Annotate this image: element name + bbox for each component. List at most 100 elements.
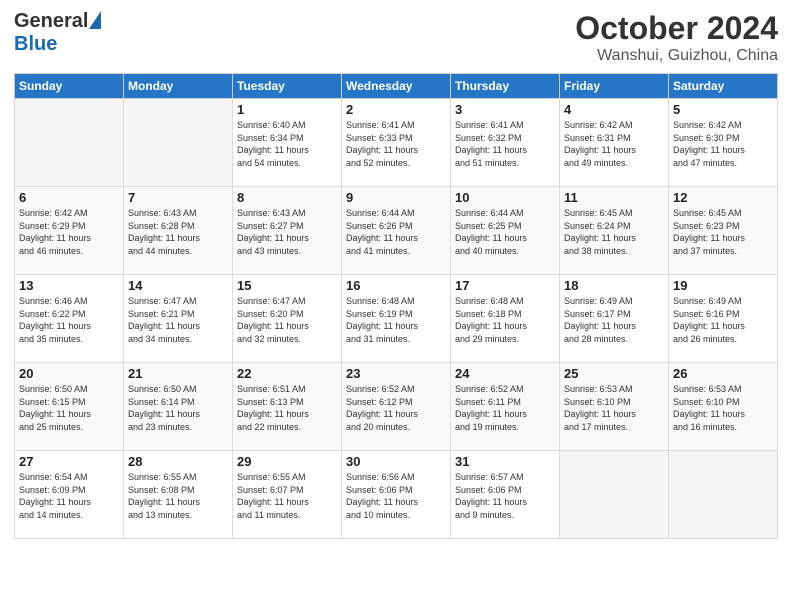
day-header-wednesday: Wednesday — [342, 74, 451, 99]
day-number: 4 — [564, 102, 664, 117]
day-number: 7 — [128, 190, 228, 205]
day-info: Sunrise: 6:50 AM Sunset: 6:14 PM Dayligh… — [128, 383, 228, 433]
day-header-monday: Monday — [124, 74, 233, 99]
calendar-cell: 7 Sunrise: 6:43 AM Sunset: 6:28 PM Daylig… — [124, 187, 233, 275]
day-number: 12 — [673, 190, 773, 205]
day-info: Sunrise: 6:42 AM Sunset: 6:31 PM Dayligh… — [564, 119, 664, 169]
location-title: Wanshui, Guizhou, China — [575, 47, 778, 65]
day-info: Sunrise: 6:47 AM Sunset: 6:21 PM Dayligh… — [128, 295, 228, 345]
day-header-tuesday: Tuesday — [233, 74, 342, 99]
logo-arrow-icon — [89, 11, 101, 29]
day-number: 25 — [564, 366, 664, 381]
day-info: Sunrise: 6:44 AM Sunset: 6:26 PM Dayligh… — [346, 207, 446, 257]
day-number: 28 — [128, 454, 228, 469]
calendar-cell: 3 Sunrise: 6:41 AM Sunset: 6:32 PM Daylig… — [451, 99, 560, 187]
day-info: Sunrise: 6:56 AM Sunset: 6:06 PM Dayligh… — [346, 471, 446, 521]
day-info: Sunrise: 6:42 AM Sunset: 6:30 PM Dayligh… — [673, 119, 773, 169]
calendar-cell: 5 Sunrise: 6:42 AM Sunset: 6:30 PM Daylig… — [669, 99, 778, 187]
day-header-friday: Friday — [560, 74, 669, 99]
day-number: 30 — [346, 454, 446, 469]
calendar-cell: 15 Sunrise: 6:47 AM Sunset: 6:20 PM Dayli… — [233, 275, 342, 363]
day-header-saturday: Saturday — [669, 74, 778, 99]
day-number: 27 — [19, 454, 119, 469]
calendar-cell — [15, 99, 124, 187]
day-number: 9 — [346, 190, 446, 205]
day-info: Sunrise: 6:47 AM Sunset: 6:20 PM Dayligh… — [237, 295, 337, 345]
day-info: Sunrise: 6:41 AM Sunset: 6:32 PM Dayligh… — [455, 119, 555, 169]
day-number: 18 — [564, 278, 664, 293]
day-number: 1 — [237, 102, 337, 117]
calendar-cell: 29Sunrise: 6:55 AM Sunset: 6:07 PM Dayli… — [233, 451, 342, 539]
day-info: Sunrise: 6:48 AM Sunset: 6:19 PM Dayligh… — [346, 295, 446, 345]
day-number: 19 — [673, 278, 773, 293]
calendar-cell: 24Sunrise: 6:52 AM Sunset: 6:11 PM Dayli… — [451, 363, 560, 451]
day-info: Sunrise: 6:44 AM Sunset: 6:25 PM Dayligh… — [455, 207, 555, 257]
calendar-cell: 11Sunrise: 6:45 AM Sunset: 6:24 PM Dayli… — [560, 187, 669, 275]
main-container: General Blue October 2024 Wanshui, Guizh… — [0, 0, 792, 547]
calendar-week-5: 27 Sunrise: 6:54 AM Sunset: 6:09 PM Dayli… — [15, 451, 778, 539]
calendar-cell: 18 Sunrise: 6:49 AM Sunset: 6:17 PM Dayli… — [560, 275, 669, 363]
calendar-cell: 23Sunrise: 6:52 AM Sunset: 6:12 PM Dayli… — [342, 363, 451, 451]
day-number: 22 — [237, 366, 337, 381]
calendar-cell: 31 Sunrise: 6:57 AM Sunset: 6:06 PM Dayli… — [451, 451, 560, 539]
day-info: Sunrise: 6:57 AM Sunset: 6:06 PM Dayligh… — [455, 471, 555, 521]
day-number: 2 — [346, 102, 446, 117]
calendar-week-1: 1 Sunrise: 6:40 AM Sunset: 6:34 PM Daylig… — [15, 99, 778, 187]
day-number: 6 — [19, 190, 119, 205]
calendar-cell: 16 Sunrise: 6:48 AM Sunset: 6:19 PM Dayli… — [342, 275, 451, 363]
day-info: Sunrise: 6:52 AM Sunset: 6:12 PM Dayligh… — [346, 383, 446, 433]
day-info: Sunrise: 6:52 AM Sunset: 6:11 PM Dayligh… — [455, 383, 555, 433]
calendar-week-4: 20 Sunrise: 6:50 AM Sunset: 6:15 PM Dayli… — [15, 363, 778, 451]
logo: General Blue — [14, 10, 101, 56]
calendar-cell: 21 Sunrise: 6:50 AM Sunset: 6:14 PM Dayli… — [124, 363, 233, 451]
day-number: 29 — [237, 454, 337, 469]
calendar-cell: 27 Sunrise: 6:54 AM Sunset: 6:09 PM Dayli… — [15, 451, 124, 539]
calendar-cell: 6 Sunrise: 6:42 AM Sunset: 6:29 PM Daylig… — [15, 187, 124, 275]
day-info: Sunrise: 6:49 AM Sunset: 6:17 PM Dayligh… — [564, 295, 664, 345]
calendar-cell: 22Sunrise: 6:51 AM Sunset: 6:13 PM Dayli… — [233, 363, 342, 451]
day-info: Sunrise: 6:41 AM Sunset: 6:33 PM Dayligh… — [346, 119, 446, 169]
day-info: Sunrise: 6:53 AM Sunset: 6:10 PM Dayligh… — [673, 383, 773, 433]
calendar-cell: 2 Sunrise: 6:41 AM Sunset: 6:33 PM Daylig… — [342, 99, 451, 187]
day-info: Sunrise: 6:42 AM Sunset: 6:29 PM Dayligh… — [19, 207, 119, 257]
day-info: Sunrise: 6:55 AM Sunset: 6:08 PM Dayligh… — [128, 471, 228, 521]
calendar-cell: 14 Sunrise: 6:47 AM Sunset: 6:21 PM Dayli… — [124, 275, 233, 363]
header: General Blue October 2024 Wanshui, Guizh… — [14, 10, 778, 65]
calendar-cell: 17Sunrise: 6:48 AM Sunset: 6:18 PM Dayli… — [451, 275, 560, 363]
calendar-cell: 26Sunrise: 6:53 AM Sunset: 6:10 PM Dayli… — [669, 363, 778, 451]
day-number: 5 — [673, 102, 773, 117]
day-header-sunday: Sunday — [15, 74, 124, 99]
day-info: Sunrise: 6:40 AM Sunset: 6:34 PM Dayligh… — [237, 119, 337, 169]
calendar-cell: 28 Sunrise: 6:55 AM Sunset: 6:08 PM Dayli… — [124, 451, 233, 539]
calendar-cell: 8Sunrise: 6:43 AM Sunset: 6:27 PM Daylig… — [233, 187, 342, 275]
calendar-cell: 10Sunrise: 6:44 AM Sunset: 6:25 PM Dayli… — [451, 187, 560, 275]
calendar-cell — [669, 451, 778, 539]
day-info: Sunrise: 6:49 AM Sunset: 6:16 PM Dayligh… — [673, 295, 773, 345]
day-number: 15 — [237, 278, 337, 293]
logo-blue-text: Blue — [14, 33, 57, 55]
day-info: Sunrise: 6:53 AM Sunset: 6:10 PM Dayligh… — [564, 383, 664, 433]
day-header-thursday: Thursday — [451, 74, 560, 99]
day-number: 3 — [455, 102, 555, 117]
day-info: Sunrise: 6:46 AM Sunset: 6:22 PM Dayligh… — [19, 295, 119, 345]
day-info: Sunrise: 6:50 AM Sunset: 6:15 PM Dayligh… — [19, 383, 119, 433]
title-block: October 2024 Wanshui, Guizhou, China — [575, 10, 778, 65]
calendar-cell — [560, 451, 669, 539]
calendar-week-3: 13Sunrise: 6:46 AM Sunset: 6:22 PM Dayli… — [15, 275, 778, 363]
day-number: 20 — [19, 366, 119, 381]
calendar-cell: 20 Sunrise: 6:50 AM Sunset: 6:15 PM Dayli… — [15, 363, 124, 451]
day-number: 14 — [128, 278, 228, 293]
day-number: 21 — [128, 366, 228, 381]
day-number: 8 — [237, 190, 337, 205]
day-info: Sunrise: 6:43 AM Sunset: 6:28 PM Dayligh… — [128, 207, 228, 257]
calendar-cell: 25 Sunrise: 6:53 AM Sunset: 6:10 PM Dayli… — [560, 363, 669, 451]
calendar-cell: 19 Sunrise: 6:49 AM Sunset: 6:16 PM Dayli… — [669, 275, 778, 363]
day-number: 16 — [346, 278, 446, 293]
day-number: 31 — [455, 454, 555, 469]
calendar-cell — [124, 99, 233, 187]
day-info: Sunrise: 6:45 AM Sunset: 6:24 PM Dayligh… — [564, 207, 664, 257]
calendar-week-2: 6 Sunrise: 6:42 AM Sunset: 6:29 PM Daylig… — [15, 187, 778, 275]
calendar-cell: 30 Sunrise: 6:56 AM Sunset: 6:06 PM Dayli… — [342, 451, 451, 539]
day-info: Sunrise: 6:54 AM Sunset: 6:09 PM Dayligh… — [19, 471, 119, 521]
calendar-cell: 13Sunrise: 6:46 AM Sunset: 6:22 PM Dayli… — [15, 275, 124, 363]
